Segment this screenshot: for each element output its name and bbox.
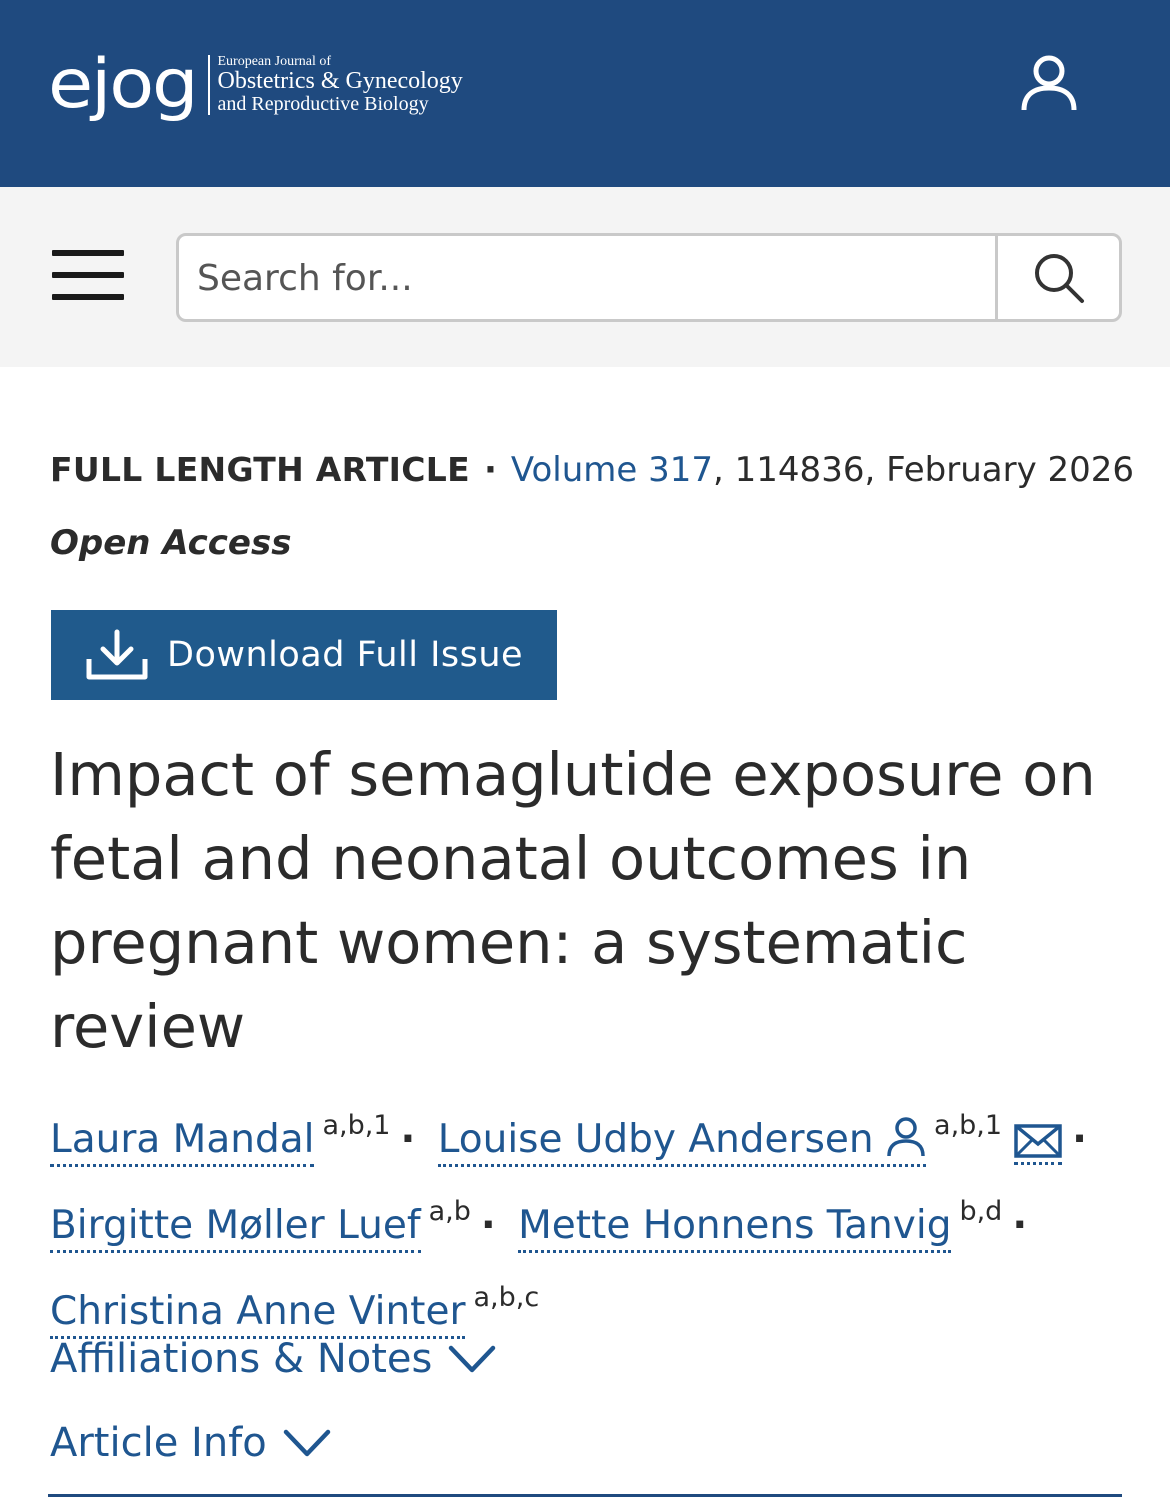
meta-separator: · — [483, 450, 497, 490]
issue-details: , 114836, February 2026 — [713, 450, 1135, 490]
person-icon — [887, 1117, 925, 1157]
logo-line-1: European Journal of — [217, 53, 332, 69]
download-full-issue-button[interactable]: Download Full Issue — [51, 610, 557, 700]
author-affiliation-marks: a,b,c — [473, 1282, 540, 1313]
author-link[interactable]: Birgitte Møller Luef — [50, 1203, 421, 1253]
logo-text: European Journal of Obstetrics & Gynecol… — [217, 53, 463, 116]
author-link[interactable]: Christina Anne Vinter — [50, 1289, 466, 1339]
article-info-toggle[interactable]: Article Info — [50, 1420, 331, 1466]
article-meta: FULL LENGTH ARTICLE · Volume 317, 114836, … — [50, 450, 1134, 490]
author-affiliation-marks: b,d — [959, 1196, 1003, 1227]
affiliations-toggle[interactable]: Affiliations & Notes — [50, 1336, 496, 1382]
search-button[interactable] — [998, 236, 1119, 319]
author-affiliation-marks: a,b,1 — [322, 1110, 391, 1141]
chevron-down-icon — [449, 1345, 496, 1373]
mail-icon — [1014, 1124, 1062, 1158]
author-separator: · — [480, 1203, 496, 1248]
volume-link[interactable]: Volume 317 — [511, 450, 713, 490]
author-link[interactable]: Louise Udby Andersen — [437, 1117, 927, 1167]
site-header: ejog European Journal of Obstetrics & Gy… — [0, 0, 1170, 187]
section-divider — [48, 1494, 1122, 1497]
article-info-label: Article Info — [50, 1420, 267, 1466]
author-affiliation-marks: a,b — [428, 1196, 471, 1227]
search-icon — [1034, 253, 1084, 303]
article-type: FULL LENGTH ARTICLE — [50, 450, 470, 489]
author-link[interactable]: Laura Mandal — [50, 1117, 315, 1167]
logo-line-2: Obstetrics & Gynecology — [217, 68, 463, 95]
affiliations-label: Affiliations & Notes — [50, 1336, 433, 1382]
user-account-button[interactable] — [1018, 52, 1080, 114]
user-icon — [1021, 55, 1077, 111]
author-name: Louise Udby Andersen — [437, 1117, 874, 1162]
logo-divider — [207, 55, 210, 115]
chevron-down-icon — [283, 1429, 330, 1457]
author-separator: · — [1012, 1203, 1028, 1248]
email-author-button[interactable] — [1014, 1120, 1063, 1165]
author-link[interactable]: Mette Honnens Tanvig — [518, 1203, 952, 1253]
article-title: Impact of semaglutide exposure on fetal … — [50, 740, 1096, 1061]
author-affiliation-marks: a,b,1 — [934, 1110, 1003, 1141]
journal-logo[interactable]: ejog European Journal of Obstetrics & Gy… — [48, 45, 463, 124]
menu-button[interactable] — [52, 250, 124, 304]
logo-line-3: and Reproductive Biology — [217, 93, 429, 116]
download-icon — [86, 629, 148, 680]
author-separator: · — [400, 1117, 416, 1162]
download-label: Download Full Issue — [167, 635, 524, 675]
menu-icon — [52, 250, 124, 256]
search-box — [176, 233, 1122, 322]
open-access-label: Open Access — [50, 523, 292, 563]
search-input[interactable] — [197, 248, 987, 308]
author-list: Laura Mandal a,b,1 · Louise Udby Andersen … — [50, 1090, 1140, 1348]
author-separator: · — [1072, 1117, 1087, 1162]
logo-mark: ejog — [48, 45, 199, 124]
